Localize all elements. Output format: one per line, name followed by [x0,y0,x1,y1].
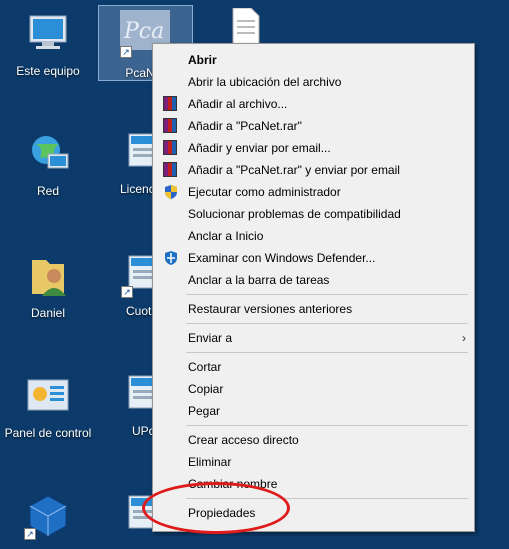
chevron-right-icon: › [462,331,466,345]
menu-item-anadir-rar-email[interactable]: Añadir a "PcaNet.rar" y enviar por email [153,159,474,181]
menu-separator [186,425,468,426]
menu-item-abrir[interactable]: Abrir [153,49,474,71]
user-folder-icon [24,252,72,300]
menu-item-label: Pegar [188,404,221,418]
menu-item-label: Añadir y enviar por email... [188,141,331,155]
control-panel-icon [24,372,72,420]
winrar-icon [163,162,179,178]
desktop-icon-label: Panel de control [4,426,92,440]
desktop-icon-virtualbox[interactable]: ↗ [3,492,93,540]
desktop-icon-este-equipo[interactable]: Este equipo [3,10,93,78]
menu-item-copiar[interactable]: Copiar [153,378,474,400]
menu-item-solucionar-compatibilidad[interactable]: Solucionar problemas de compatibilidad [153,203,474,225]
winrar-icon [163,140,179,156]
menu-item-label: Restaurar versiones anteriores [188,302,353,316]
menu-item-label: Añadir a "PcaNet.rar" y enviar por email [188,163,400,177]
menu-item-enviar-a[interactable]: Enviar a › [153,327,474,349]
shortcut-arrow-icon: ↗ [121,286,133,298]
menu-item-label: Ejecutar como administrador [188,185,341,199]
virtualbox-icon: ↗ [24,492,72,540]
computer-icon [24,10,72,58]
menu-item-anadir-rar[interactable]: Añadir a "PcaNet.rar" [153,115,474,137]
menu-item-label: Cortar [188,360,222,374]
menu-item-ejecutar-admin[interactable]: Ejecutar como administrador [153,181,474,203]
menu-item-label: Añadir al archivo... [188,97,288,111]
menu-item-anclar-barra[interactable]: Anclar a la barra de tareas [153,269,474,291]
desktop-icon-label: Este equipo [16,64,80,78]
menu-separator [186,294,468,295]
menu-item-pegar[interactable]: Pegar [153,400,474,422]
uac-shield-icon [163,184,179,200]
network-icon [24,130,72,178]
menu-item-label: Añadir a "PcaNet.rar" [188,119,302,133]
menu-item-anadir-email[interactable]: Añadir y enviar por email... [153,137,474,159]
menu-item-label: Examinar con Windows Defender... [188,251,376,265]
menu-separator [186,352,468,353]
shortcut-arrow-icon: ↗ [120,46,132,58]
menu-item-abrir-ubicacion[interactable]: Abrir la ubicación del archivo [153,71,474,93]
menu-item-label: Enviar a [188,331,233,345]
menu-item-examinar-defender[interactable]: Examinar con Windows Defender... [153,247,474,269]
menu-item-label: Propiedades [188,506,256,520]
defender-icon [163,250,179,266]
menu-item-label: Crear acceso directo [188,433,299,447]
desktop-icon-daniel[interactable]: Daniel [3,252,93,320]
desktop-icon-label: Daniel [30,306,66,320]
shortcut-arrow-icon: ↗ [24,528,36,540]
menu-item-restaurar-versiones[interactable]: Restaurar versiones anteriores [153,298,474,320]
menu-item-crear-acceso-directo[interactable]: Crear acceso directo [153,429,474,451]
menu-item-label: Solucionar problemas de compatibilidad [188,207,401,221]
winrar-icon [163,118,179,134]
desktop-icon-label: Red [36,184,59,198]
pcanet-logo-text: Pca [123,19,164,44]
menu-item-label: Abrir [188,53,217,67]
menu-item-label: Abrir la ubicación del archivo [188,75,342,89]
menu-item-label: Eliminar [188,455,232,469]
desktop-icon-red[interactable]: Red [3,130,93,198]
menu-item-label: Cambiar nombre [188,477,278,491]
desktop-icon-panel-de-control[interactable]: Panel de control [3,372,93,440]
menu-item-cambiar-nombre[interactable]: Cambiar nombre [153,473,474,495]
menu-item-anclar-inicio[interactable]: Anclar a Inicio [153,225,474,247]
menu-item-cortar[interactable]: Cortar [153,356,474,378]
menu-item-label: Anclar a la barra de tareas [188,273,330,287]
menu-item-label: Copiar [188,382,224,396]
context-menu: Abrir Abrir la ubicación del archivo Aña… [152,43,475,532]
menu-item-propiedades[interactable]: Propiedades [153,502,474,524]
menu-separator [186,323,468,324]
menu-item-anadir-archivo[interactable]: Añadir al archivo... [153,93,474,115]
winrar-icon [163,96,179,112]
menu-separator [186,498,468,499]
menu-item-label: Anclar a Inicio [188,229,264,243]
menu-item-eliminar[interactable]: Eliminar [153,451,474,473]
